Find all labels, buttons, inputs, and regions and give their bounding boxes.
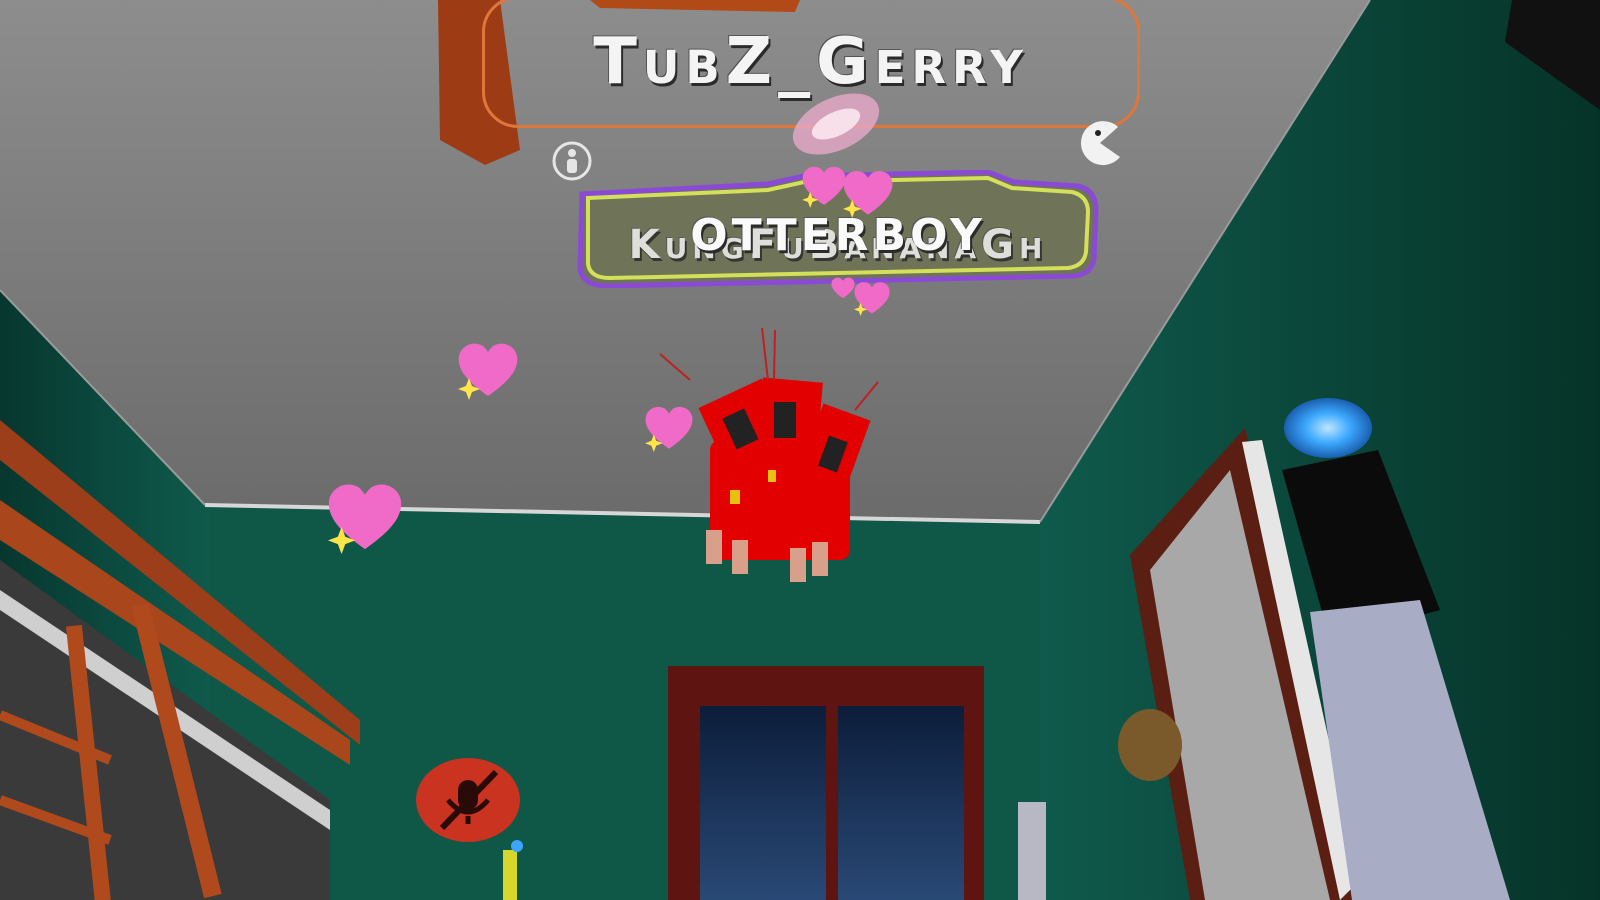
mute-toggle-button[interactable] xyxy=(416,758,520,842)
emote-disc-icon xyxy=(792,93,880,155)
sparkling-heart-icon xyxy=(831,277,855,299)
sparkling-heart-icon xyxy=(843,171,893,218)
avatar-cluster[interactable] xyxy=(640,320,920,590)
nearby-player-name-front: OTTERBOY xyxy=(690,210,986,261)
sparkling-heart-icon xyxy=(328,484,402,554)
game-viewport: TubZ_Gerry KungFuBananaGh OTTERBOY xyxy=(0,0,1600,900)
sparkling-heart-icon xyxy=(645,406,693,452)
muted-microphone-icon xyxy=(439,769,499,831)
sparkling-heart-icon xyxy=(854,282,890,316)
sparkling-heart-icon xyxy=(458,343,518,400)
pacman-icon[interactable] xyxy=(1078,117,1126,169)
